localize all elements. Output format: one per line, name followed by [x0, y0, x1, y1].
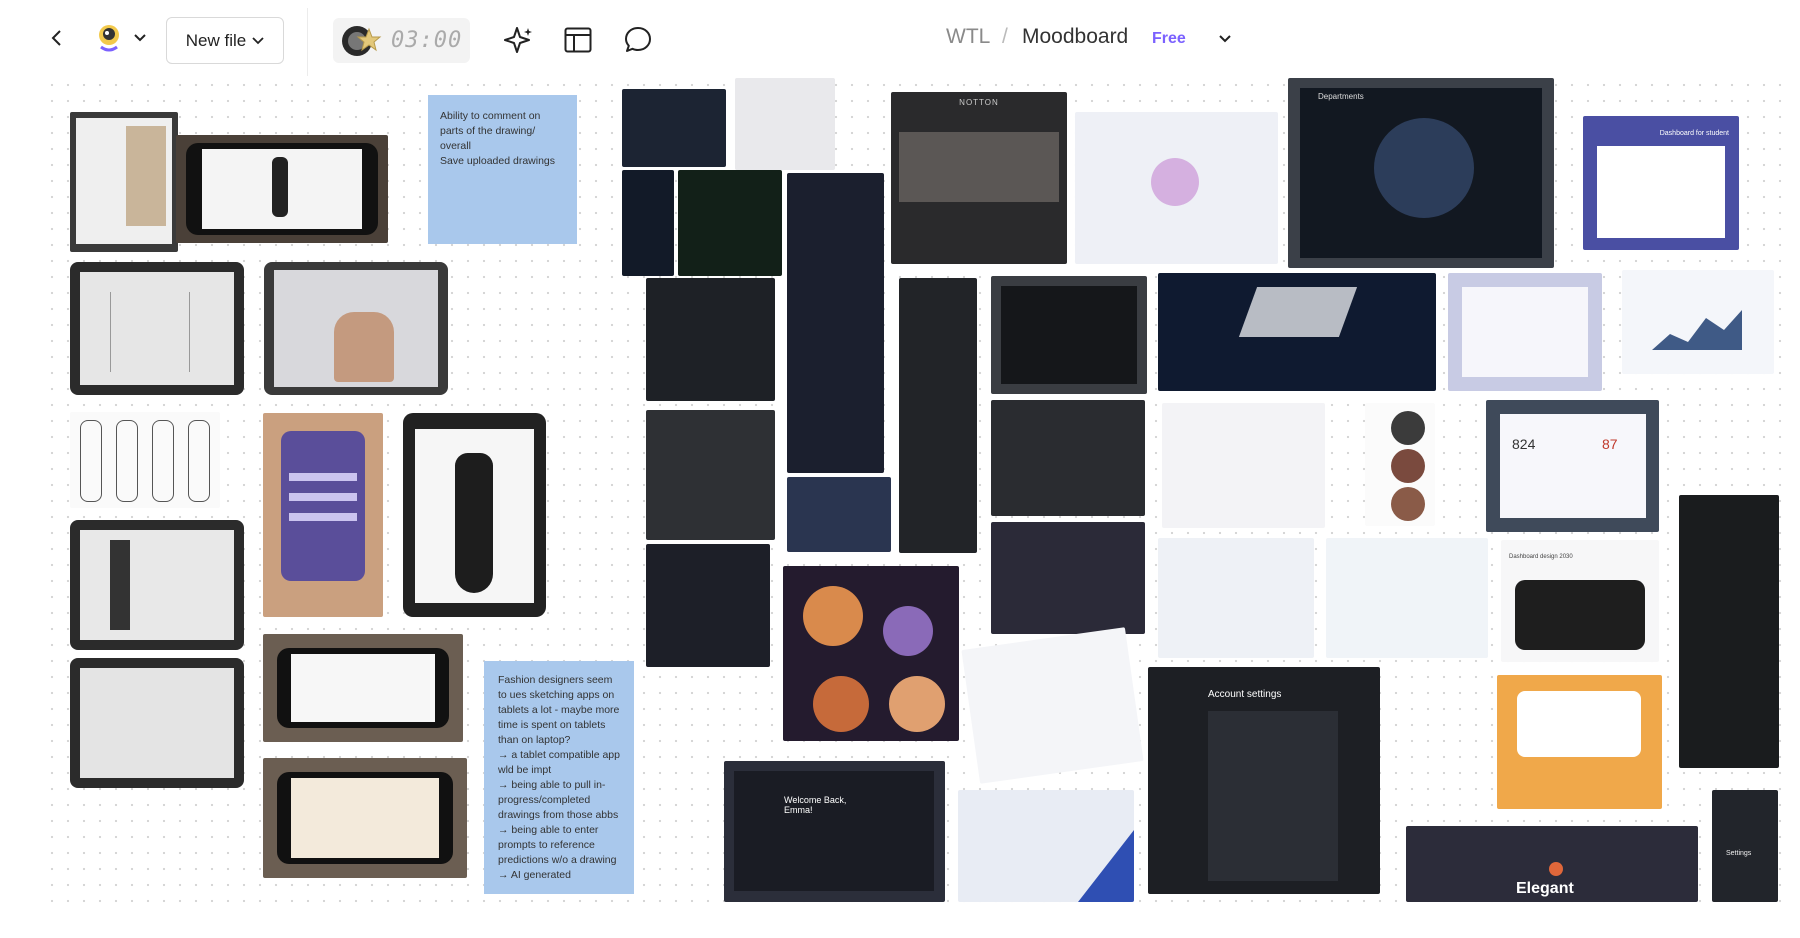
chevron-down-icon — [252, 36, 264, 44]
photo-tablet-hand-drawing[interactable] — [264, 262, 448, 395]
thumb-orange-card[interactable] — [1497, 675, 1662, 809]
thumb-dark-robots[interactable] — [899, 278, 977, 553]
thumb-dark-mobile-chart[interactable] — [1679, 495, 1779, 768]
thumb-dark-planet-green[interactable] — [678, 170, 782, 276]
thumb-dashboard-design[interactable]: Dashboard design 2030 — [1501, 540, 1659, 662]
thumb-light-doc-panels[interactable] — [1162, 403, 1325, 528]
photo-phone-swatches[interactable] — [263, 758, 467, 878]
thumb-tilted-form[interactable] — [961, 627, 1144, 784]
departments-label: Departments — [1318, 92, 1364, 101]
thumb-dark-smart-home-2[interactable] — [991, 400, 1145, 516]
photo-tablet-sketch-2[interactable] — [70, 658, 244, 788]
thumb-notton[interactable]: NOTTON — [891, 92, 1067, 264]
layout-icon[interactable] — [563, 25, 593, 55]
photo-tablet-lineup[interactable] — [70, 520, 244, 650]
dashboard-student-label: Dashboard for student — [1659, 130, 1729, 137]
thumb-dashboard-student[interactable]: Dashboard for student — [1583, 116, 1739, 250]
back-icon[interactable] — [44, 25, 70, 51]
avatar-icon[interactable] — [92, 21, 126, 55]
thumb-dark-3d-warehouse[interactable] — [1158, 273, 1436, 391]
sticky-note-text: Fashion designers seem to ues sketching … — [498, 674, 620, 881]
thumb-space-planets[interactable] — [783, 566, 959, 741]
toolbar: New file 03:00 WTL / Moodboard Free — [0, 0, 1800, 76]
thumb-dark-settings[interactable]: Settings — [1712, 790, 1778, 902]
photo-tablet-sketch-1[interactable] — [70, 262, 244, 395]
chevron-down-icon[interactable] — [1216, 30, 1234, 48]
thumb-account-settings[interactable]: Account settings — [1148, 667, 1380, 894]
thumb-dark-shoes[interactable] — [787, 173, 884, 473]
sparkle-icon[interactable] — [503, 24, 535, 56]
thumb-dark-car-dashboard[interactable] — [991, 276, 1147, 394]
thumb-light-app-gallery[interactable] — [1158, 538, 1314, 658]
timer-avatar-icon — [342, 25, 382, 56]
toolbar-divider — [307, 8, 308, 76]
thumb-mountain-cards[interactable] — [735, 78, 835, 170]
photo-phone-drawing[interactable] — [176, 135, 388, 243]
settings-label: Settings — [1726, 850, 1752, 857]
plan-badge[interactable]: Free — [1152, 30, 1186, 48]
thumb-elegant[interactable]: Elegant — [1406, 826, 1698, 902]
thumb-purple-dashboard[interactable] — [1448, 273, 1602, 391]
thumb-dark-music-player[interactable] — [991, 522, 1145, 634]
account-settings-label: Account settings — [1208, 689, 1282, 700]
photo-tablet-gown[interactable] — [403, 413, 546, 617]
new-file-button[interactable]: New file — [166, 17, 284, 64]
new-file-label: New file — [185, 30, 247, 50]
thumb-dark-smart-home[interactable] — [622, 170, 674, 276]
thumb-departments-globe[interactable]: Departments — [1288, 78, 1554, 268]
dashboard-design-label: Dashboard design 2030 — [1509, 554, 1573, 560]
thumb-welcome-dashboard[interactable]: Welcome Back, Emma! — [724, 761, 945, 902]
stat-824: 824 — [1512, 436, 1536, 452]
photo-phone-app-hands[interactable] — [263, 413, 383, 617]
chevron-down-icon[interactable] — [131, 29, 149, 47]
thumb-dark-weather[interactable] — [646, 278, 775, 401]
notton-label: NOTTON — [959, 98, 999, 107]
thumb-dark-music[interactable] — [646, 544, 770, 667]
photo-phone-patterns[interactable] — [263, 634, 463, 742]
breadcrumb-file[interactable]: Moodboard — [1022, 25, 1128, 49]
thumb-food-dishes[interactable] — [1365, 403, 1435, 526]
photo-fashion-sketches[interactable] — [70, 412, 220, 508]
welcome-label: Welcome Back, Emma! — [784, 795, 847, 815]
breadcrumb-team[interactable]: WTL — [946, 25, 990, 49]
thumb-light-ai-orb[interactable] — [1075, 112, 1278, 264]
thumb-3d-chart[interactable] — [1622, 270, 1774, 374]
elegant-label: Elegant — [1516, 880, 1574, 897]
thumb-holo-phone[interactable] — [787, 477, 891, 552]
thumb-dark-dashboard-cars[interactable] — [622, 89, 726, 167]
sticky-note-text: Ability to comment on parts of the drawi… — [440, 110, 555, 167]
thumb-light-login[interactable] — [958, 790, 1134, 902]
sticky-note-fashion-designers[interactable]: Fashion designers seem to ues sketching … — [484, 661, 634, 894]
photo-sketchbook[interactable] — [70, 112, 178, 252]
timer-text: 03:00 — [391, 28, 463, 53]
sticky-note-comments[interactable]: Ability to comment on parts of the drawi… — [428, 95, 577, 244]
thumb-stats-dashboard[interactable]: 824 87 — [1486, 400, 1659, 532]
comment-icon[interactable] — [622, 24, 654, 56]
breadcrumb-separator: / — [1002, 25, 1008, 48]
timer-widget[interactable]: 03:00 — [333, 18, 470, 63]
thumb-travel-app[interactable] — [1326, 538, 1488, 658]
thumb-dark-panel[interactable] — [646, 410, 775, 540]
stat-87: 87 — [1602, 436, 1618, 452]
